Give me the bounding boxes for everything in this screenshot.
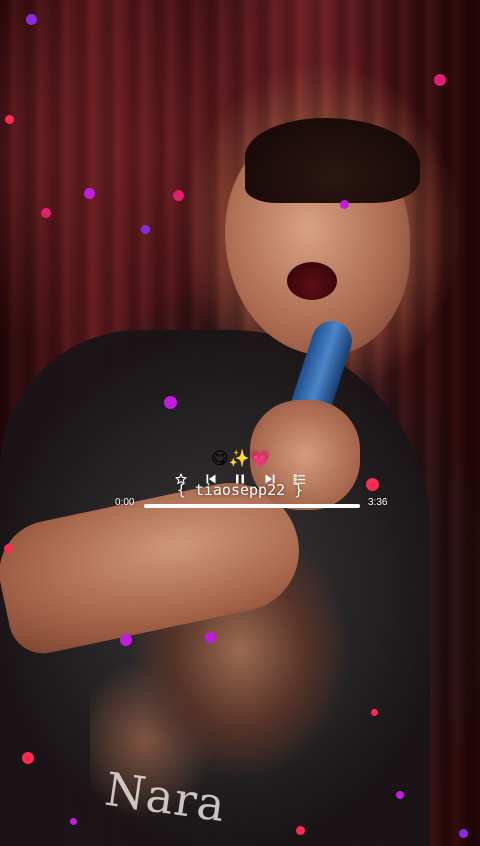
- total-time: 3:36: [368, 497, 388, 508]
- progress-bar[interactable]: [144, 504, 360, 508]
- progress-fill: [144, 504, 360, 508]
- elapsed-time: 0:00: [115, 497, 135, 508]
- music-player-overlay: 😋✨💗 {tiaosepp22} 0:00 3:36: [0, 0, 480, 846]
- creator-handle: { tiaosepp22 }: [176, 481, 304, 499]
- emoji-decoration: 😋✨💗: [210, 449, 272, 469]
